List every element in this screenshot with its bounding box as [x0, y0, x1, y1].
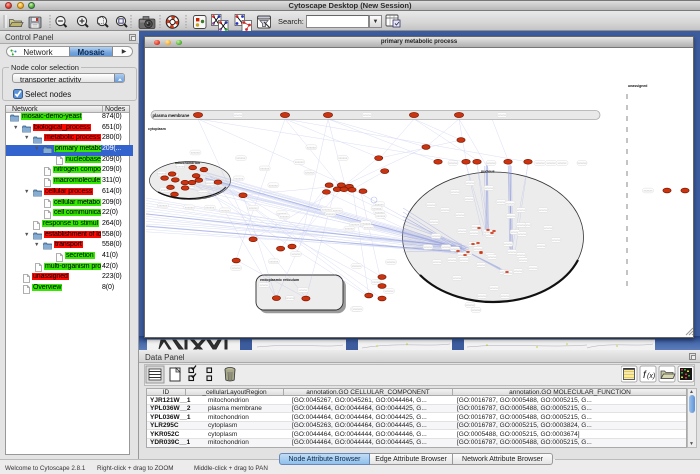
svg-text:xxxxxx: xxxxxx: [486, 233, 496, 237]
svg-text:xxxxxx: xxxxxx: [506, 202, 516, 206]
svg-text:xxxxxx: xxxxxx: [644, 189, 654, 193]
svg-text:xxxxxx: xxxxxx: [430, 220, 440, 224]
svg-text:xxxxxx: xxxxxx: [501, 294, 511, 298]
svg-text:xxxxxx: xxxxxx: [234, 113, 244, 117]
svg-text:xxxxxx: xxxxxx: [232, 266, 242, 270]
svg-text:xxxxxx: xxxxxx: [433, 260, 443, 264]
svg-text:xxxxxx: xxxxxx: [157, 172, 167, 176]
svg-text:xxxxxx: xxxxxx: [514, 269, 524, 273]
svg-text:xxxxxx: xxxxxx: [176, 164, 186, 168]
svg-text:xxxxxx: xxxxxx: [474, 247, 484, 251]
svg-text:xxxxxx: xxxxxx: [547, 161, 557, 165]
svg-text:xxxxxx: xxxxxx: [536, 161, 546, 165]
svg-text:nucleus: nucleus: [481, 170, 495, 174]
svg-text:mitochondrion: mitochondrion: [175, 161, 200, 165]
svg-text:xxxxxx: xxxxxx: [326, 212, 336, 216]
svg-text:xxxxxx: xxxxxx: [376, 214, 386, 218]
svg-text:xxxxxx: xxxxxx: [472, 308, 482, 312]
svg-text:xxxxxx: xxxxxx: [338, 156, 348, 160]
svg-text:cytoplasm: cytoplasm: [148, 127, 166, 131]
svg-text:xxxxxx: xxxxxx: [477, 263, 487, 267]
svg-text:xxxxxx: xxxxxx: [385, 289, 395, 293]
svg-text:xxxxxx: xxxxxx: [295, 160, 305, 164]
svg-text:xxxxxx: xxxxxx: [552, 238, 562, 242]
svg-text:xxxxxx: xxxxxx: [507, 214, 517, 218]
svg-text:xxxxxx: xxxxxx: [269, 259, 279, 263]
svg-text:xxxxxx: xxxxxx: [345, 227, 355, 231]
svg-text:xxxxxx: xxxxxx: [236, 156, 246, 160]
svg-text:xxxxxx: xxxxxx: [305, 171, 315, 175]
svg-text:xxxxxx: xxxxxx: [466, 181, 476, 185]
svg-text:xxxxxx: xxxxxx: [352, 264, 362, 268]
svg-text:unassigned: unassigned: [628, 84, 647, 88]
svg-text:xxxxxx: xxxxxx: [260, 283, 270, 287]
svg-text:xxxxxx: xxxxxx: [260, 167, 270, 171]
svg-text:xxxxxx: xxxxxx: [158, 204, 168, 208]
svg-text:xxxxxx: xxxxxx: [490, 286, 500, 290]
svg-text:xxxxxx: xxxxxx: [269, 183, 279, 187]
svg-text:xxxxxx: xxxxxx: [307, 145, 317, 149]
svg-text:xxxxxx: xxxxxx: [448, 258, 458, 262]
svg-text:xxxxxx: xxxxxx: [487, 161, 497, 165]
svg-text:xxxxxx: xxxxxx: [199, 191, 209, 195]
svg-text:xxxxxx: xxxxxx: [432, 234, 442, 238]
svg-text:xxxxxx: xxxxxx: [478, 294, 488, 298]
svg-text:xxxxxx: xxxxxx: [280, 215, 290, 219]
svg-text:xxxxxx: xxxxxx: [451, 190, 461, 194]
svg-text:(x): (x): [647, 373, 655, 380]
svg-text:xxxxxx: xxxxxx: [442, 245, 452, 249]
svg-text:xxxxxx: xxxxxx: [424, 245, 434, 249]
svg-text:xxxxxx: xxxxxx: [529, 266, 539, 270]
svg-text:xxxxxx: xxxxxx: [517, 208, 527, 212]
svg-text:xxxxxx: xxxxxx: [537, 244, 547, 248]
svg-text:xxxxxx: xxxxxx: [220, 208, 230, 212]
svg-text:xxxxxx: xxxxxx: [458, 229, 468, 233]
svg-text:xxxxxx: xxxxxx: [441, 208, 451, 212]
svg-text:xxxxxx: xxxxxx: [249, 206, 259, 210]
svg-text:plasma membrane: plasma membrane: [153, 113, 190, 118]
svg-text:xxxxxx: xxxxxx: [353, 307, 363, 311]
svg-text:xxxxxx: xxxxxx: [191, 151, 201, 155]
svg-text:xxxxxx: xxxxxx: [497, 200, 507, 204]
svg-text:xxxxxx: xxxxxx: [470, 231, 480, 235]
svg-text:xxxxxx: xxxxxx: [578, 161, 588, 165]
svg-text:xxxxxx: xxxxxx: [234, 177, 244, 181]
svg-text:xxxxxx: xxxxxx: [504, 242, 514, 246]
svg-text:xxxxxx: xxxxxx: [285, 296, 295, 300]
svg-text:xxxxxx: xxxxxx: [498, 113, 508, 117]
svg-text:xxxxxx: xxxxxx: [449, 161, 459, 165]
svg-text:xxxxxx: xxxxxx: [456, 213, 466, 217]
svg-text:xxxxxx: xxxxxx: [539, 208, 549, 212]
svg-text:xxxxxx: xxxxxx: [485, 186, 495, 190]
svg-text:xxxxxx: xxxxxx: [517, 223, 527, 227]
svg-text:xxxxxx: xxxxxx: [427, 203, 437, 207]
svg-text:xxxxxx: xxxxxx: [558, 161, 568, 165]
svg-text:xxxxxx: xxxxxx: [519, 258, 529, 262]
svg-text:xxxxxx: xxxxxx: [466, 303, 476, 307]
svg-text:xxxxxx: xxxxxx: [292, 252, 302, 256]
svg-text:xxxxxx: xxxxxx: [460, 258, 470, 262]
svg-text:xxxxxx: xxxxxx: [465, 197, 475, 201]
svg-text:xxxxxx: xxxxxx: [205, 206, 215, 210]
svg-text:xxxxxx: xxxxxx: [488, 255, 498, 259]
svg-text:xxxxxx: xxxxxx: [185, 205, 195, 209]
svg-text:xxxxxx: xxxxxx: [453, 276, 463, 280]
svg-text:xxxxxx: xxxxxx: [387, 260, 397, 264]
svg-text:xxxxxx: xxxxxx: [206, 181, 216, 185]
svg-text:xxxxxx: xxxxxx: [518, 232, 528, 236]
svg-text:xxxxxx: xxxxxx: [508, 250, 518, 254]
svg-text:xxxxxx: xxxxxx: [544, 226, 554, 230]
svg-text:xxxxxx: xxxxxx: [517, 253, 527, 257]
svg-text:xxxxxx: xxxxxx: [364, 225, 374, 229]
svg-text:xxxxxx: xxxxxx: [363, 113, 373, 117]
svg-text:xxxxxx: xxxxxx: [299, 288, 309, 292]
svg-text:endoplasmic reticulum: endoplasmic reticulum: [260, 278, 299, 282]
